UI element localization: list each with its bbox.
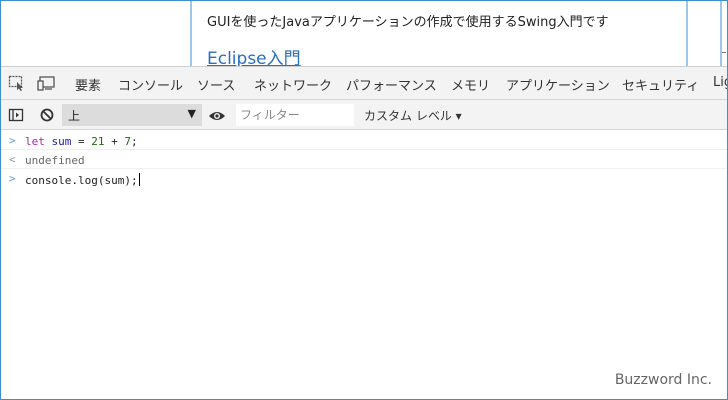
- tab-elements[interactable]: 要素: [75, 75, 101, 94]
- code-semicolon: ;: [131, 135, 138, 148]
- page-description: GUIを使ったJavaアプリケーションの作成で使用するSwing入門です: [207, 15, 609, 30]
- live-expression-eye-icon[interactable]: [208, 108, 225, 124]
- context-selector-value: 上: [68, 109, 81, 123]
- result-arrow-icon: <: [9, 153, 16, 166]
- device-toolbar-icon[interactable]: [37, 75, 55, 91]
- console-output[interactable]: > let sum = 21 + 7; < undefined > consol…: [0, 131, 728, 399]
- tab-memory[interactable]: メモリ: [451, 75, 490, 94]
- console-toolbar: 上 ▼ カスタム レベル ▾: [0, 100, 728, 130]
- page-dash: [722, 52, 726, 53]
- chevron-down-icon: ▼: [187, 107, 196, 120]
- devtools-tab-bar: 要素 コンソール ソース ネットワーク パフォーマンス メモリ アプリケーション…: [0, 66, 728, 102]
- code-operator: =: [78, 135, 85, 148]
- filter-input[interactable]: [236, 104, 354, 126]
- context-selector[interactable]: 上 ▼: [62, 104, 202, 126]
- tab-sources[interactable]: ソース: [197, 75, 235, 94]
- sidebar-toggle-icon[interactable]: [8, 107, 24, 123]
- console-prompt-line[interactable]: > console.log(sum);: [0, 169, 728, 188]
- watermark: Buzzword Inc.: [614, 372, 712, 388]
- console-code: let sum = 21 + 7;: [25, 135, 138, 148]
- tab-network[interactable]: ネットワーク: [254, 75, 332, 94]
- code-variable: sum: [51, 135, 72, 148]
- code-keyword: let: [25, 135, 45, 148]
- console-input-line: > let sum = 21 + 7;: [0, 131, 728, 150]
- eclipse-link[interactable]: Eclipse入門: [207, 44, 301, 66]
- code-number: 7: [124, 135, 131, 148]
- code-operator: +: [111, 135, 118, 148]
- code-number: 21: [91, 135, 105, 148]
- page-card-right: [720, 0, 728, 66]
- tab-console[interactable]: コンソール: [118, 75, 184, 102]
- log-levels-dropdown[interactable]: カスタム レベル ▾: [364, 107, 462, 124]
- tab-performance[interactable]: パフォーマンス: [346, 75, 437, 94]
- console-result-line: < undefined: [0, 150, 728, 169]
- input-prompt-icon: >: [9, 134, 16, 147]
- clear-console-icon[interactable]: [39, 107, 55, 123]
- tab-security[interactable]: セキュリティ: [622, 75, 699, 94]
- console-result: undefined: [25, 154, 85, 167]
- text-caret: [138, 173, 140, 186]
- inspect-element-icon[interactable]: [8, 75, 26, 91]
- tab-lighthouse[interactable]: Lig: [713, 75, 728, 90]
- tab-application[interactable]: アプリケーション: [506, 75, 610, 94]
- web-page-content: GUIを使ったJavaアプリケーションの作成で使用するSwing入門です Ecl…: [0, 0, 728, 66]
- input-prompt-icon: >: [9, 172, 16, 185]
- console-prompt-input[interactable]: console.log(sum);: [25, 174, 138, 187]
